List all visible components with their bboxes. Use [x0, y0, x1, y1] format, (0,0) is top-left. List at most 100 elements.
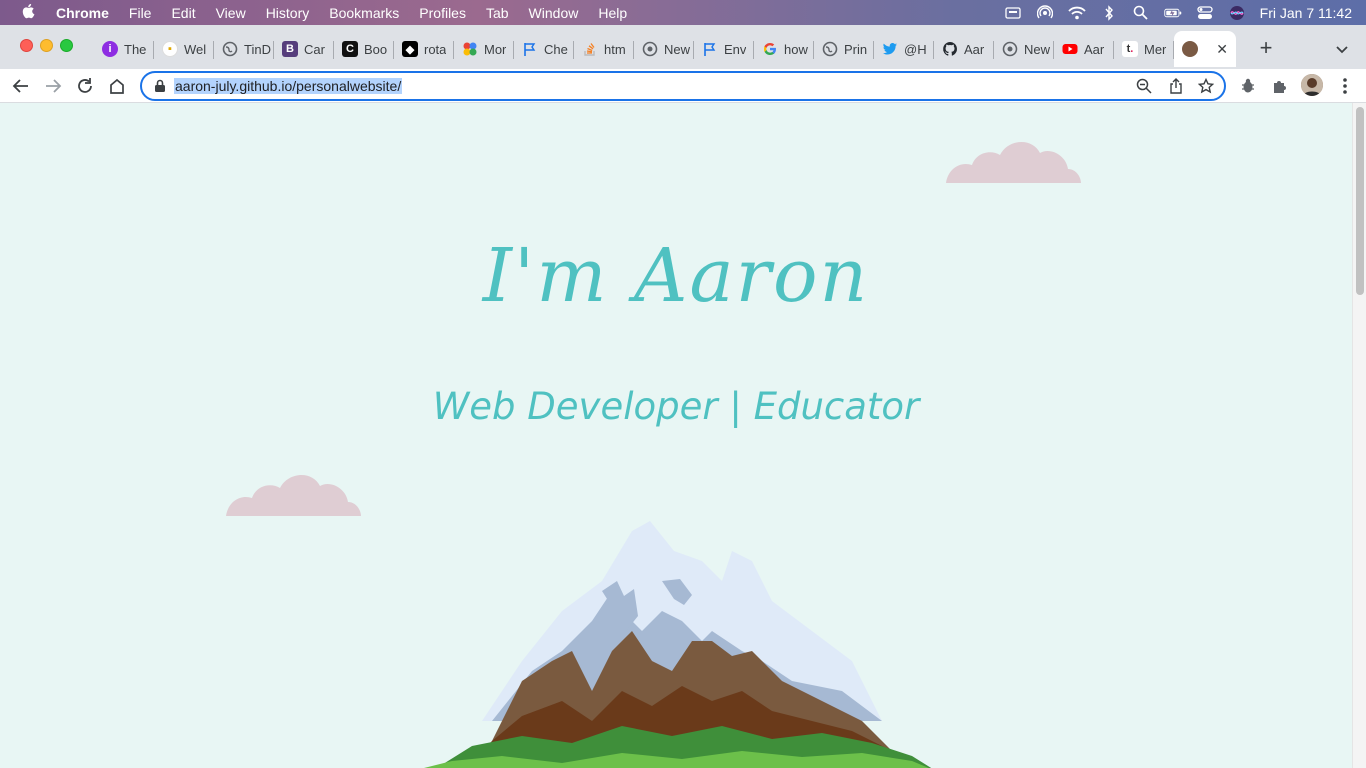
menu-help[interactable]: Help [588, 5, 637, 21]
browser-tab[interactable]: B Car [274, 33, 334, 65]
browser-tab[interactable]: htm [574, 33, 634, 65]
browser-tab[interactable]: ▪ Wel [154, 33, 214, 65]
home-button[interactable] [106, 75, 128, 97]
tab-favicon-b-icon: B [282, 41, 298, 57]
control-center-icon[interactable] [1196, 5, 1214, 21]
profile-avatar[interactable] [1301, 74, 1323, 96]
browser-tab[interactable]: TinD [214, 33, 274, 65]
browser-tab[interactable]: Aar [934, 33, 994, 65]
browser-tab[interactable]: t. Mer [1114, 33, 1174, 65]
window-zoom-button[interactable] [60, 39, 73, 52]
active-browser-tab[interactable]: ✕ [1174, 31, 1236, 67]
tab-label: Car [304, 41, 325, 57]
browser-tab[interactable]: Aar [1054, 33, 1114, 65]
hero-title: I'm Aaron [482, 233, 870, 319]
wifi-icon[interactable] [1067, 5, 1086, 21]
tab-label: The [124, 41, 147, 57]
close-tab-icon[interactable]: ✕ [1216, 41, 1228, 58]
menu-history[interactable]: History [256, 5, 320, 21]
tab-label: rota [424, 41, 447, 57]
tab-label: Mer [1144, 41, 1167, 57]
tab-label: Env [724, 41, 747, 57]
browser-tab[interactable]: New [634, 33, 694, 65]
tab-label: Aar [1084, 41, 1105, 57]
tab-label: Boo [364, 41, 388, 57]
codepen-icon: ◆ [402, 41, 418, 57]
spotlight-search-icon[interactable] [1132, 5, 1150, 21]
twitter-icon [882, 41, 898, 57]
tab-favicon-c-icon: C [342, 41, 358, 57]
bluetooth-icon[interactable] [1100, 4, 1118, 21]
tab-label: how [784, 41, 808, 57]
address-bar[interactable]: aaron-july.github.io/personalwebsite/ [140, 71, 1226, 101]
browser-tab[interactable]: Che [514, 33, 574, 65]
airdrop-icon[interactable] [1036, 4, 1054, 21]
keyboard-input-icon[interactable] [1004, 5, 1022, 21]
cloud-illustration [226, 474, 361, 516]
menubar-clock[interactable]: Fri Jan 7 11:42 [1260, 5, 1352, 21]
browser-tab[interactable]: ◆ rota [394, 33, 454, 65]
menu-profiles[interactable]: Profiles [409, 5, 476, 21]
tab-label: New [664, 41, 691, 57]
youtube-icon [1062, 41, 1078, 57]
menu-file[interactable]: File [119, 5, 162, 21]
globe-icon [1002, 41, 1018, 57]
menu-tab[interactable]: Tab [476, 5, 519, 21]
menu-bookmarks[interactable]: Bookmarks [319, 5, 409, 21]
browser-tab[interactable]: @H [874, 33, 934, 65]
browser-tab-strip: i The ▪ Wel TinD B Car C Boo ◆ rota Mor [0, 25, 1366, 69]
globe-icon [822, 41, 838, 57]
page-scrollbar[interactable] [1352, 103, 1366, 768]
extension-bug-icon[interactable] [1237, 75, 1259, 97]
browser-tab[interactable]: New [994, 33, 1054, 65]
new-tab-button[interactable]: + [1256, 37, 1276, 59]
battery-icon[interactable] [1163, 5, 1182, 21]
zoom-icon[interactable] [1136, 78, 1152, 99]
globe-icon [222, 41, 238, 57]
menu-window[interactable]: Window [519, 5, 589, 21]
tab-label: Aar [964, 41, 985, 57]
tab-favicon-colorful-icon [462, 41, 478, 57]
menu-view[interactable]: View [206, 5, 256, 21]
web-page-content: I'm Aaron Web Developer | Educator [0, 103, 1352, 768]
reload-button[interactable] [74, 75, 96, 97]
tab-label: Mor [484, 41, 507, 57]
tab-favicon-purple-icon: i [102, 41, 118, 57]
browser-tab[interactable]: Env [694, 33, 754, 65]
tab-label: Che [544, 41, 568, 57]
browser-tab[interactable]: i The [94, 33, 154, 65]
window-close-button[interactable] [20, 39, 33, 52]
tab-label: TinD [244, 41, 271, 57]
github-icon [942, 41, 958, 57]
back-button[interactable] [10, 75, 32, 97]
more-menu-icon[interactable] [1334, 75, 1356, 97]
browser-tab[interactable]: C Boo [334, 33, 394, 65]
tab-favicon-badge-icon: ▪ [162, 41, 178, 57]
globe-icon [642, 41, 658, 57]
url-text[interactable]: aaron-july.github.io/personalwebsite/ [174, 78, 403, 94]
profile-favicon-icon [1182, 41, 1198, 57]
lock-icon[interactable] [154, 79, 168, 93]
bookmark-star-icon[interactable] [1197, 77, 1215, 99]
tab-label: htm [604, 41, 626, 57]
tab-label: @H [904, 41, 927, 57]
menu-edit[interactable]: Edit [161, 5, 205, 21]
tab-label: Wel [184, 41, 207, 57]
menu-app-name[interactable]: Chrome [56, 5, 119, 21]
flag-icon [702, 41, 718, 57]
apple-menu-icon[interactable] [0, 3, 56, 23]
browser-tab[interactable]: Mor [454, 33, 514, 65]
browser-tab[interactable]: Prin [814, 33, 874, 65]
browser-toolbar: aaron-july.github.io/personalwebsite/ [0, 69, 1366, 103]
scrollbar-thumb[interactable] [1356, 107, 1364, 295]
tab-search-chevron-icon[interactable] [1334, 41, 1350, 57]
flag-icon [522, 41, 538, 57]
siri-icon[interactable] [1228, 5, 1246, 21]
window-minimize-button[interactable] [40, 39, 53, 52]
share-icon[interactable] [1168, 78, 1184, 99]
cloud-illustration [946, 141, 1081, 183]
google-icon [762, 41, 778, 57]
browser-tab[interactable]: how [754, 33, 814, 65]
forward-button[interactable] [42, 75, 64, 97]
extensions-puzzle-icon[interactable] [1269, 75, 1291, 97]
